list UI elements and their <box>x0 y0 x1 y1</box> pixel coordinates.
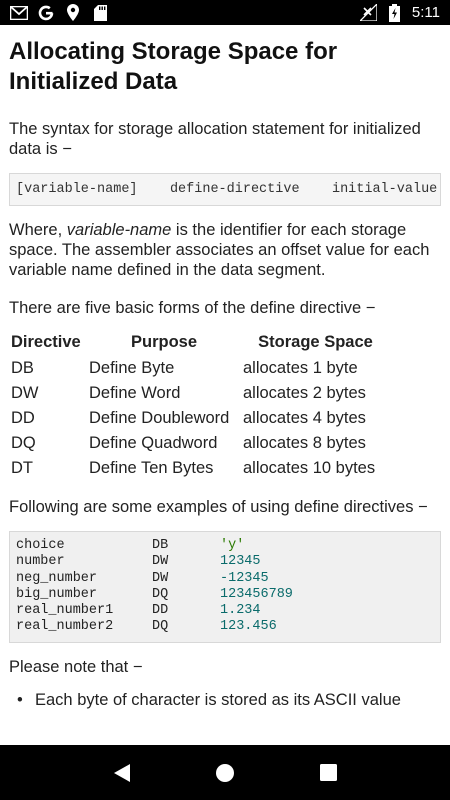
battery-charging-icon <box>386 3 404 22</box>
table-row: DD Define Doubleword allocates 4 bytes <box>11 408 366 427</box>
gmail-icon <box>10 4 28 22</box>
examples-intro: Following are some examples of using def… <box>9 498 428 516</box>
page-title: Allocating Storage Space for Initialized… <box>9 38 338 95</box>
code-line: real_number1 DD 1.234 <box>16 603 261 619</box>
recents-icon <box>319 764 337 781</box>
notification-icons <box>10 4 109 22</box>
google-icon <box>37 4 55 22</box>
sd-card-icon <box>91 4 109 22</box>
code-line: neg_number DW -12345 <box>16 570 269 586</box>
navigation-bar <box>0 745 450 800</box>
table-row: DT Define Ten Bytes allocates 10 bytes <box>11 458 376 477</box>
code-line: number DW 12345 <box>16 554 261 570</box>
table-row: DQ Define Quadword allocates 8 bytes <box>11 433 366 452</box>
table-header-row: Directive Purpose Storage Space <box>11 332 392 358</box>
home-button[interactable] <box>205 753 245 793</box>
directive-table: Directive Purpose Storage Space DB Define… <box>11 332 392 483</box>
recents-button[interactable] <box>308 753 348 793</box>
intro-paragraph: The syntax for storage allocation statem… <box>9 120 421 158</box>
note-intro: Please note that − <box>9 657 143 676</box>
forms-intro: There are five basic forms of the define… <box>9 299 376 317</box>
syntax-part-value: initial-value <box>331 182 438 197</box>
no-signal-icon <box>360 4 378 22</box>
home-icon <box>215 763 234 782</box>
location-icon <box>64 4 82 22</box>
table-row: DW Define Word allocates 2 bytes <box>11 383 366 402</box>
status-bar: 5:11 <box>0 0 450 25</box>
header-storage-space: Storage Space <box>258 332 373 351</box>
variable-name-term: variable-name <box>66 221 172 239</box>
table-row: DB Define Byte allocates 1 byte <box>11 358 358 377</box>
list-item: Each byte of character is stored as its … <box>17 691 441 710</box>
header-purpose: Purpose <box>130 332 198 351</box>
code-line: big_number DQ 123456789 <box>16 586 293 602</box>
back-button[interactable] <box>102 753 142 793</box>
syntax-code-block: [variable-name] define-directive initial… <box>9 173 441 206</box>
back-icon <box>113 763 130 782</box>
header-directive: Directive <box>11 332 81 351</box>
article-content[interactable]: Allocating Storage Space for Initialized… <box>0 25 450 745</box>
syntax-part-variable: [variable-name] <box>16 182 138 197</box>
code-line: choice DB'y' <box>16 538 245 553</box>
system-status: 5:11 <box>360 3 440 22</box>
where-paragraph: Where, variable-name is the identifier f… <box>9 221 430 279</box>
examples-code-block: choice DB'y' number DW 12345 neg_number DW -1… <box>9 531 441 643</box>
syntax-part-directive: define-directive <box>169 182 300 197</box>
code-line: real_number2 DQ 123.456 <box>16 619 277 635</box>
clock: 5:11 <box>411 4 440 21</box>
